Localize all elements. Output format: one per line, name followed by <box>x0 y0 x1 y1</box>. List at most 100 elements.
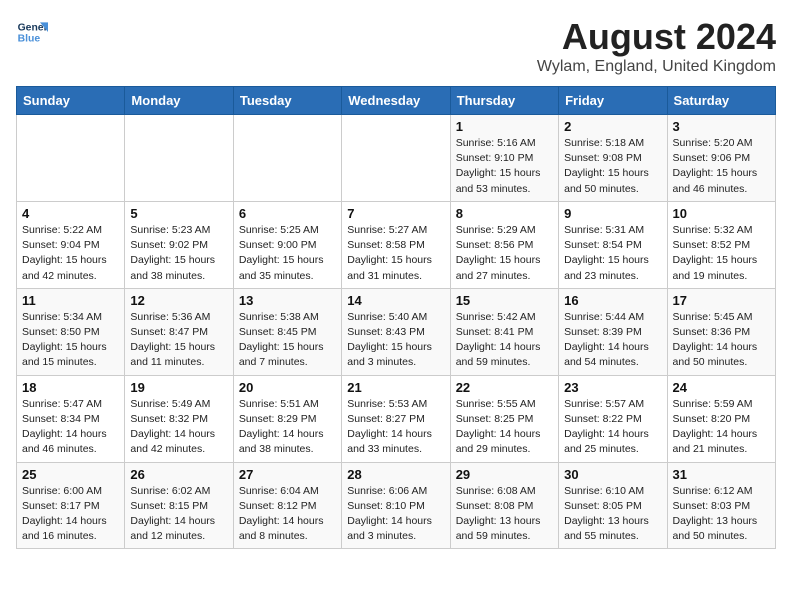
day-info: Sunrise: 5:25 AM Sunset: 9:00 PM Dayligh… <box>239 223 336 284</box>
calendar-cell: 31 Sunrise: 6:12 AM Sunset: 8:03 PM Dayli… <box>667 462 775 549</box>
day-number: 6 <box>239 206 336 221</box>
day-info: Sunrise: 5:20 AM Sunset: 9:06 PM Dayligh… <box>673 136 770 197</box>
calendar-cell: 2Sunrise: 5:18 AM Sunset: 9:08 PM Daylig… <box>559 115 667 202</box>
weekday-header: Wednesday <box>342 87 450 115</box>
day-info: Sunrise: 6:06 AM Sunset: 8:10 PM Dayligh… <box>347 484 444 545</box>
day-info: Sunrise: 6:08 AM Sunset: 8:08 PM Dayligh… <box>456 484 553 545</box>
calendar-cell: 21 Sunrise: 5:53 AM Sunset: 8:27 PM Dayli… <box>342 375 450 462</box>
day-number: 5 <box>130 206 227 221</box>
weekday-header: Saturday <box>667 87 775 115</box>
calendar-cell: 22 Sunrise: 5:55 AM Sunset: 8:25 PM Dayli… <box>450 375 558 462</box>
day-info: Sunrise: 5:29 AM Sunset: 8:56 PM Dayligh… <box>456 223 553 284</box>
calendar-cell: 28 Sunrise: 6:06 AM Sunset: 8:10 PM Dayli… <box>342 462 450 549</box>
calendar-title: August 2024 <box>537 16 776 58</box>
weekday-header: Monday <box>125 87 233 115</box>
day-info: Sunrise: 5:38 AM Sunset: 8:45 PM Dayligh… <box>239 310 336 371</box>
logo: General Blue <box>16 16 48 48</box>
calendar-cell: 30Sunrise: 6:10 AM Sunset: 8:05 PM Dayli… <box>559 462 667 549</box>
calendar-cell: 4Sunrise: 5:22 AM Sunset: 9:04 PM Daylig… <box>17 201 125 288</box>
day-number: 31 <box>673 467 770 482</box>
calendar-cell: 6 Sunrise: 5:25 AM Sunset: 9:00 PM Daylig… <box>233 201 341 288</box>
day-number: 21 <box>347 380 444 395</box>
day-info: Sunrise: 5:23 AM Sunset: 9:02 PM Dayligh… <box>130 223 227 284</box>
calendar-week-row: 4Sunrise: 5:22 AM Sunset: 9:04 PM Daylig… <box>17 201 776 288</box>
day-number: 29 <box>456 467 553 482</box>
title-block: August 2024 Wylam, England, United Kingd… <box>537 16 776 76</box>
page-header: General Blue August 2024 Wylam, England,… <box>16 16 776 76</box>
day-number: 3 <box>673 119 770 134</box>
day-number: 25 <box>22 467 119 482</box>
day-info: Sunrise: 6:04 AM Sunset: 8:12 PM Dayligh… <box>239 484 336 545</box>
day-info: Sunrise: 5:36 AM Sunset: 8:47 PM Dayligh… <box>130 310 227 371</box>
weekday-header: Tuesday <box>233 87 341 115</box>
calendar-cell <box>17 115 125 202</box>
calendar-cell: 16Sunrise: 5:44 AM Sunset: 8:39 PM Dayli… <box>559 288 667 375</box>
calendar-cell: 26 Sunrise: 6:02 AM Sunset: 8:15 PM Dayli… <box>125 462 233 549</box>
day-info: Sunrise: 5:31 AM Sunset: 8:54 PM Dayligh… <box>564 223 661 284</box>
calendar-cell: 3 Sunrise: 5:20 AM Sunset: 9:06 PM Daylig… <box>667 115 775 202</box>
day-info: Sunrise: 5:55 AM Sunset: 8:25 PM Dayligh… <box>456 397 553 458</box>
day-info: Sunrise: 5:40 AM Sunset: 8:43 PM Dayligh… <box>347 310 444 371</box>
day-number: 24 <box>673 380 770 395</box>
calendar-cell: 10Sunrise: 5:32 AM Sunset: 8:52 PM Dayli… <box>667 201 775 288</box>
calendar-cell: 11 Sunrise: 5:34 AM Sunset: 8:50 PM Dayli… <box>17 288 125 375</box>
day-number: 27 <box>239 467 336 482</box>
day-number: 23 <box>564 380 661 395</box>
day-number: 16 <box>564 293 661 308</box>
day-info: Sunrise: 6:02 AM Sunset: 8:15 PM Dayligh… <box>130 484 227 545</box>
calendar-cell: 15 Sunrise: 5:42 AM Sunset: 8:41 PM Dayli… <box>450 288 558 375</box>
day-number: 26 <box>130 467 227 482</box>
day-info: Sunrise: 5:45 AM Sunset: 8:36 PM Dayligh… <box>673 310 770 371</box>
calendar-table: SundayMondayTuesdayWednesdayThursdayFrid… <box>16 86 776 549</box>
day-number: 12 <box>130 293 227 308</box>
weekday-header: Sunday <box>17 87 125 115</box>
day-number: 17 <box>673 293 770 308</box>
day-info: Sunrise: 6:12 AM Sunset: 8:03 PM Dayligh… <box>673 484 770 545</box>
calendar-cell: 9 Sunrise: 5:31 AM Sunset: 8:54 PM Daylig… <box>559 201 667 288</box>
calendar-subtitle: Wylam, England, United Kingdom <box>537 58 776 76</box>
day-info: Sunrise: 6:00 AM Sunset: 8:17 PM Dayligh… <box>22 484 119 545</box>
day-number: 4 <box>22 206 119 221</box>
weekday-header: Friday <box>559 87 667 115</box>
day-number: 28 <box>347 467 444 482</box>
day-number: 18 <box>22 380 119 395</box>
day-number: 8 <box>456 206 553 221</box>
day-info: Sunrise: 5:49 AM Sunset: 8:32 PM Dayligh… <box>130 397 227 458</box>
calendar-cell: 24 Sunrise: 5:59 AM Sunset: 8:20 PM Dayli… <box>667 375 775 462</box>
day-info: Sunrise: 5:34 AM Sunset: 8:50 PM Dayligh… <box>22 310 119 371</box>
day-number: 22 <box>456 380 553 395</box>
calendar-cell: 5 Sunrise: 5:23 AM Sunset: 9:02 PM Daylig… <box>125 201 233 288</box>
calendar-cell: 23 Sunrise: 5:57 AM Sunset: 8:22 PM Dayli… <box>559 375 667 462</box>
calendar-week-row: 1Sunrise: 5:16 AM Sunset: 9:10 PM Daylig… <box>17 115 776 202</box>
calendar-cell: 18 Sunrise: 5:47 AM Sunset: 8:34 PM Dayli… <box>17 375 125 462</box>
day-info: Sunrise: 5:32 AM Sunset: 8:52 PM Dayligh… <box>673 223 770 284</box>
calendar-cell: 1Sunrise: 5:16 AM Sunset: 9:10 PM Daylig… <box>450 115 558 202</box>
day-number: 11 <box>22 293 119 308</box>
calendar-cell <box>233 115 341 202</box>
calendar-week-row: 18 Sunrise: 5:47 AM Sunset: 8:34 PM Dayli… <box>17 375 776 462</box>
calendar-cell: 17 Sunrise: 5:45 AM Sunset: 8:36 PM Dayli… <box>667 288 775 375</box>
day-info: Sunrise: 5:57 AM Sunset: 8:22 PM Dayligh… <box>564 397 661 458</box>
logo-icon: General Blue <box>16 16 48 48</box>
day-number: 15 <box>456 293 553 308</box>
day-info: Sunrise: 5:47 AM Sunset: 8:34 PM Dayligh… <box>22 397 119 458</box>
day-info: Sunrise: 5:59 AM Sunset: 8:20 PM Dayligh… <box>673 397 770 458</box>
calendar-cell: 14Sunrise: 5:40 AM Sunset: 8:43 PM Dayli… <box>342 288 450 375</box>
day-number: 20 <box>239 380 336 395</box>
day-number: 19 <box>130 380 227 395</box>
day-info: Sunrise: 5:42 AM Sunset: 8:41 PM Dayligh… <box>456 310 553 371</box>
calendar-week-row: 11 Sunrise: 5:34 AM Sunset: 8:50 PM Dayli… <box>17 288 776 375</box>
calendar-cell: 20Sunrise: 5:51 AM Sunset: 8:29 PM Dayli… <box>233 375 341 462</box>
calendar-cell: 27 Sunrise: 6:04 AM Sunset: 8:12 PM Dayli… <box>233 462 341 549</box>
calendar-cell <box>125 115 233 202</box>
svg-text:Blue: Blue <box>18 34 41 45</box>
day-info: Sunrise: 5:18 AM Sunset: 9:08 PM Dayligh… <box>564 136 661 197</box>
day-number: 7 <box>347 206 444 221</box>
calendar-cell: 7Sunrise: 5:27 AM Sunset: 8:58 PM Daylig… <box>342 201 450 288</box>
day-number: 30 <box>564 467 661 482</box>
calendar-cell <box>342 115 450 202</box>
calendar-cell: 29 Sunrise: 6:08 AM Sunset: 8:08 PM Dayli… <box>450 462 558 549</box>
day-number: 9 <box>564 206 661 221</box>
day-info: Sunrise: 5:53 AM Sunset: 8:27 PM Dayligh… <box>347 397 444 458</box>
calendar-week-row: 25 Sunrise: 6:00 AM Sunset: 8:17 PM Dayli… <box>17 462 776 549</box>
